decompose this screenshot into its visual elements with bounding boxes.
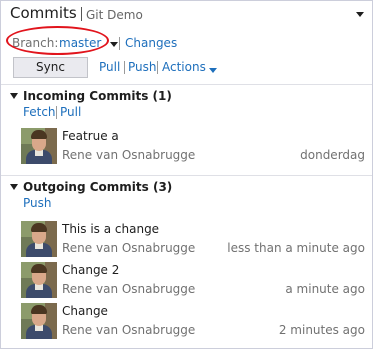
avatar [21,262,57,298]
commit-time: 2 minutes ago [278,323,365,337]
commit-time: a minute ago [285,282,365,296]
push-link[interactable]: Push [128,60,157,74]
incoming-section-header[interactable]: Incoming Commits (1) [10,89,365,105]
changes-link[interactable]: Changes [125,36,177,50]
commit-author: Rene van Osnabrugge [62,323,196,337]
avatar [21,221,57,257]
title-separator [81,7,82,21]
actions-menu[interactable]: Actions [162,60,206,74]
section-divider [1,84,372,85]
collapse-icon[interactable] [10,93,18,99]
commit-message: Featrue a [62,129,119,143]
commit-message: This is a change [62,222,160,236]
page-title: Commits [10,4,77,22]
toolbar-separator-2 [157,61,158,74]
commit-time: donderdag [300,148,365,162]
commit-list-item[interactable]: Featrue a Rene van Osnabrugge donderdag [21,128,365,164]
incoming-separator [56,106,57,119]
actions-caret-icon[interactable] [209,68,217,73]
commit-list-item[interactable]: Change 2 Rene van Osnabrugge a minute ag… [21,262,365,298]
commit-author: Rene van Osnabrugge [62,241,196,255]
avatar [21,303,57,339]
repository-name: Git Demo [86,8,143,22]
toolbar-separator-1 [124,61,125,74]
avatar [21,128,57,164]
section-divider [1,175,372,176]
commits-panel: Commits Git Demo Branch: master Changes … [0,0,373,349]
commit-list-item[interactable]: Change Rene van Osnabrugge 2 minutes ago [21,303,365,339]
commit-message: Change 2 [62,263,120,277]
branch-separator [119,37,120,50]
panel-header: Commits Git Demo [10,4,365,26]
incoming-pull-link[interactable]: Pull [60,105,81,119]
panel-menu-dropdown-icon[interactable] [355,10,365,20]
collapse-icon[interactable] [10,184,18,190]
outgoing-push-link[interactable]: Push [23,196,52,210]
branch-caret-icon[interactable] [110,42,118,47]
commit-message: Change [62,304,108,318]
commit-list-item[interactable]: This is a change Rene van Osnabrugge les… [21,221,365,257]
branch-highlight-annotation [6,26,109,55]
commit-time: less than a minute ago [227,241,365,255]
incoming-section-title: Incoming Commits (1) [23,89,172,103]
fetch-link[interactable]: Fetch [23,105,56,119]
commit-author: Rene van Osnabrugge [62,282,196,296]
commit-author: Rene van Osnabrugge [62,148,196,162]
outgoing-section-title: Outgoing Commits (3) [23,180,173,194]
outgoing-section-header[interactable]: Outgoing Commits (3) [10,180,365,196]
pull-link[interactable]: Pull [99,60,120,74]
sync-button[interactable]: Sync [13,57,88,78]
